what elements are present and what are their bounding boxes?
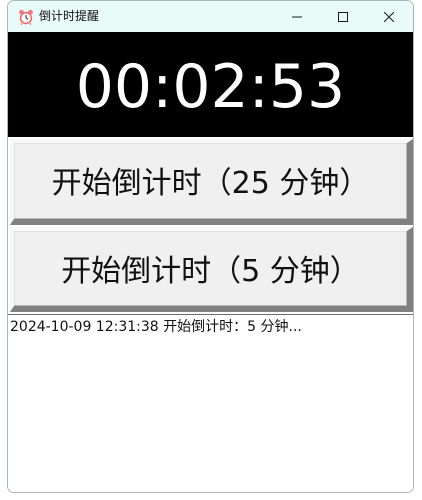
window-title: 倒计时提醒 xyxy=(39,9,100,23)
close-icon xyxy=(383,7,395,26)
title-bar[interactable]: 倒计时提醒 xyxy=(8,1,413,32)
countdown-time: 00:02:53 xyxy=(75,51,346,122)
start-5-minute-label: 开始倒计时（5 分钟） xyxy=(61,253,360,289)
start-5-minute-button[interactable]: 开始倒计时（5 分钟） xyxy=(10,227,413,312)
log-entry: 2024-10-09 12:31:38 开始倒计时：5 分钟... xyxy=(10,319,302,335)
start-25-minute-label: 开始倒计时（25 分钟） xyxy=(51,166,370,201)
app-window: 倒计时提醒 00:02:53 开始倒计时（25 分钟） 开始倒计时（5 分钟） … xyxy=(7,0,414,493)
start-25-minute-button[interactable]: 开始倒计时（25 分钟） xyxy=(10,139,413,225)
timer-display-panel: 00:02:53 xyxy=(8,32,413,137)
minimize-icon xyxy=(292,7,302,26)
maximize-icon xyxy=(338,7,348,26)
close-button[interactable] xyxy=(366,1,412,32)
alarm-clock-icon xyxy=(18,9,34,26)
maximize-button[interactable] xyxy=(320,1,366,32)
log-textbox[interactable]: 2024-10-09 12:31:38 开始倒计时：5 分钟... xyxy=(8,314,413,492)
minimize-button[interactable] xyxy=(274,1,320,32)
